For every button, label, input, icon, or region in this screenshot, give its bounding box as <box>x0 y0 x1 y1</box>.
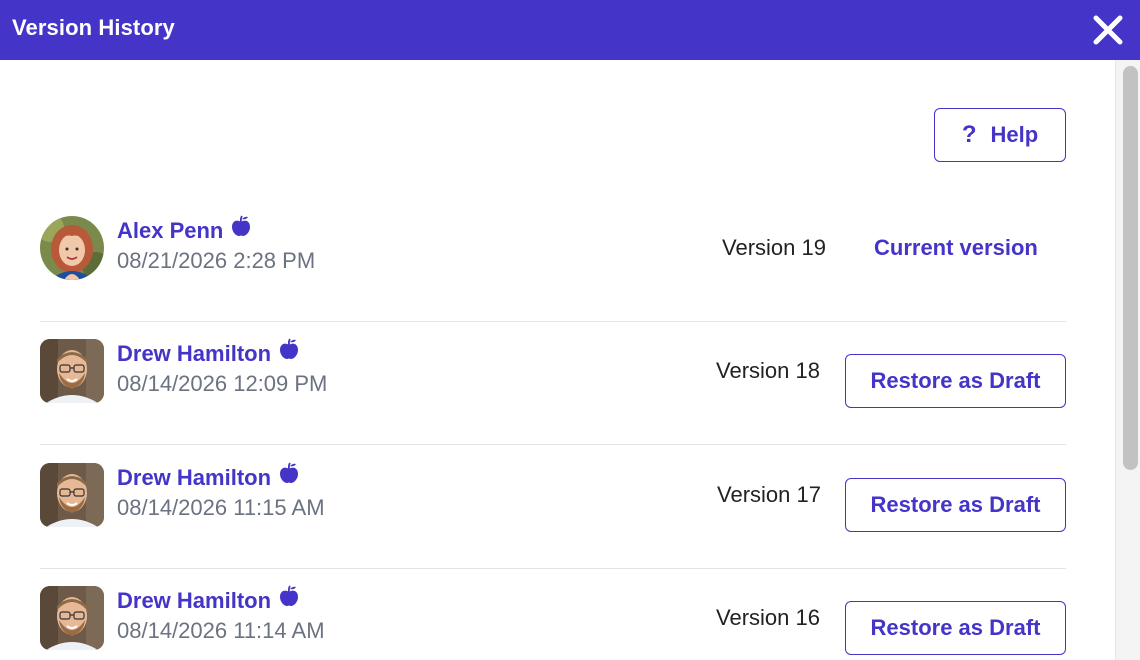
version-row: Drew Hamilton 08/14/2026 11:15 AM Versio… <box>40 446 1066 569</box>
version-number: Version 19 <box>722 235 826 260</box>
apple-icon <box>280 462 299 483</box>
scrollbar-thumb[interactable] <box>1123 66 1138 470</box>
avatar <box>40 586 104 650</box>
version-number: Version 18 <box>716 358 820 383</box>
author-name-text: Drew Hamilton <box>117 341 272 366</box>
version-number: Version 17 <box>717 482 821 507</box>
restore-as-draft-button[interactable]: Restore as Draft <box>845 601 1066 655</box>
help-button[interactable]: ? Help <box>934 108 1066 162</box>
author-name-text: Drew Hamilton <box>117 465 272 490</box>
avatar <box>40 463 104 527</box>
author-name-text: Drew Hamilton <box>117 588 272 613</box>
version-date: 08/14/2026 12:09 PM <box>117 371 328 396</box>
apple-icon <box>232 215 251 236</box>
author-name[interactable]: Alex Penn <box>117 215 251 244</box>
author-name[interactable]: Drew Hamilton <box>117 462 299 491</box>
close-icon <box>1093 15 1123 45</box>
version-date: 08/14/2026 11:15 AM <box>117 495 325 520</box>
restore-as-draft-button[interactable]: Restore as Draft <box>845 354 1066 408</box>
close-button[interactable] <box>1090 12 1126 48</box>
version-date: 08/21/2026 2:28 PM <box>117 248 316 273</box>
author-name[interactable]: Drew Hamilton <box>117 338 299 367</box>
version-date: 08/14/2026 11:14 AM <box>117 618 325 643</box>
version-list-panel: ? Help Alex Penn 08/21/2026 2:28 PM Vers… <box>0 60 1115 660</box>
restore-as-draft-button[interactable]: Restore as Draft <box>845 478 1066 532</box>
help-label: Help <box>990 122 1039 147</box>
dialog-title: Version History <box>12 15 175 40</box>
author-name[interactable]: Drew Hamilton <box>117 585 299 614</box>
current-version-label: Current version <box>874 235 1038 260</box>
version-number: Version 16 <box>716 605 820 630</box>
apple-icon <box>280 585 299 606</box>
version-row: Alex Penn 08/21/2026 2:28 PM Version 19 … <box>40 199 1066 322</box>
question-icon: ? <box>961 121 977 148</box>
version-row: Drew Hamilton 08/14/2026 11:14 AM Versio… <box>40 569 1066 660</box>
dialog-header: Version History <box>0 0 1140 60</box>
scrollbar[interactable] <box>1115 60 1140 660</box>
avatar <box>40 216 104 280</box>
version-row: Drew Hamilton 08/14/2026 12:09 PM Versio… <box>40 322 1066 445</box>
apple-icon <box>280 338 299 359</box>
author-name-text: Alex Penn <box>117 218 224 243</box>
avatar <box>40 339 104 403</box>
